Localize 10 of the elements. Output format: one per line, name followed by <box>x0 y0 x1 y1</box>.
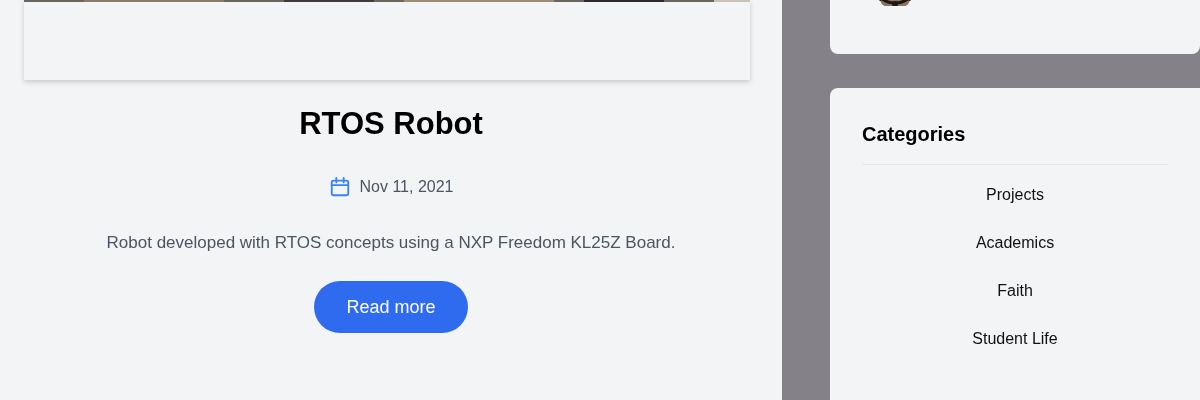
post-date: Nov 11, 2021 <box>359 178 454 196</box>
post-excerpt: Robot developed with RTOS concepts using a NXP Freedom KL25Z Board. <box>105 232 677 254</box>
category-link[interactable]: Academics <box>975 233 1055 253</box>
post-title: RTOS Robot <box>299 105 483 143</box>
category-link[interactable]: Student Life <box>972 329 1058 349</box>
categories-title: Categories <box>862 122 967 146</box>
calendar-icon <box>328 176 351 198</box>
category-link[interactable]: Projects <box>986 185 1044 205</box>
read-more-button[interactable]: Read more <box>314 281 468 333</box>
category-link[interactable]: Faith <box>997 281 1033 301</box>
